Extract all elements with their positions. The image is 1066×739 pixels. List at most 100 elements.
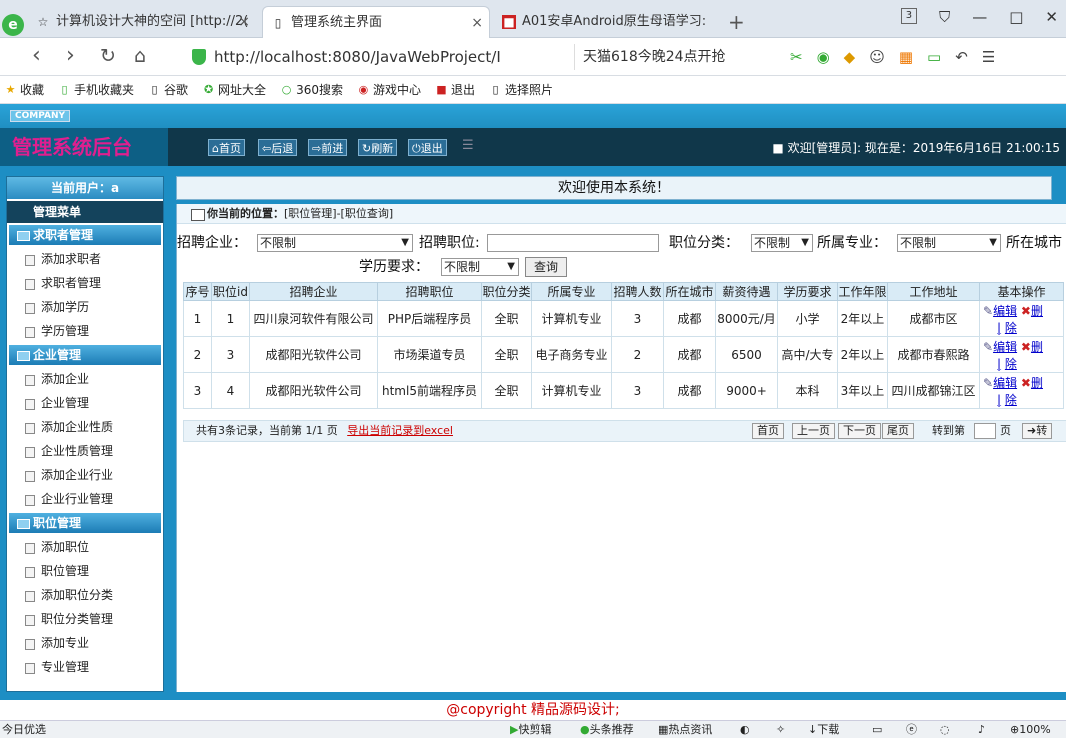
sidebar-item-add-enterprise[interactable]: 添加企业 bbox=[7, 367, 163, 391]
prev-page-button[interactable]: 上一页 bbox=[792, 423, 835, 439]
sidebar-item-category-manage[interactable]: 职位分类管理 bbox=[7, 607, 163, 631]
bookmark-mobile[interactable]: ▯ 手机收藏夹 bbox=[58, 81, 134, 98]
scissors-icon[interactable]: ✂ bbox=[790, 48, 803, 66]
toolbar-logout-button[interactable]: ⏻退出 bbox=[408, 139, 447, 156]
bookmark-exit[interactable]: ■ 退出 bbox=[435, 81, 475, 98]
search-box[interactable]: 天猫618今晚24点开抢 bbox=[574, 44, 784, 70]
screenshot-icon[interactable]: ▭ bbox=[872, 721, 882, 739]
share-icon[interactable]: ✧ bbox=[776, 721, 785, 739]
company-filter-select[interactable]: 不限制 ▼ bbox=[257, 234, 413, 252]
bookmark-360[interactable]: ○ 360搜索 bbox=[280, 81, 343, 98]
page-number-input[interactable] bbox=[974, 423, 996, 439]
position-filter-input[interactable] bbox=[487, 234, 659, 252]
browser-tab-1[interactable]: ☆ 计算机设计大神的空间 [http://2( × bbox=[28, 6, 256, 38]
ie-icon[interactable]: ⓔ bbox=[906, 721, 917, 739]
next-page-button[interactable]: 下一页 bbox=[838, 423, 881, 439]
sound-icon[interactable]: ♪ bbox=[978, 721, 985, 739]
status-video-editor[interactable]: ▶快剪辑 bbox=[510, 721, 551, 739]
sidebar-item-add-category[interactable]: 添加职位分类 bbox=[7, 583, 163, 607]
delete-link-tail[interactable]: 除 bbox=[1005, 357, 1017, 371]
coupon-icon[interactable]: ◆ bbox=[844, 48, 856, 66]
status-headlines[interactable]: ●头条推荐 bbox=[580, 721, 634, 739]
back-icon[interactable]: ‹ bbox=[32, 44, 41, 68]
sidebar-item-add-nature[interactable]: 添加企业性质 bbox=[7, 415, 163, 439]
sidebar-item-nature-manage[interactable]: 企业性质管理 bbox=[7, 439, 163, 463]
menu-icon[interactable]: ☰ bbox=[462, 138, 474, 153]
export-excel-link[interactable]: 导出当前记录到excel bbox=[347, 424, 453, 437]
first-page-button[interactable]: 首页 bbox=[752, 423, 784, 439]
close-icon[interactable]: × bbox=[471, 7, 483, 38]
bookmark-sites[interactable]: ✪ 网址大全 bbox=[202, 81, 266, 98]
maximize-icon[interactable]: □ bbox=[1009, 8, 1023, 26]
clean-icon[interactable]: ◌ bbox=[940, 721, 950, 739]
status-download[interactable]: ↓下载 bbox=[808, 721, 839, 739]
chat-icon[interactable]: ☺ bbox=[869, 48, 885, 66]
zoom-level[interactable]: ⊕100% bbox=[1010, 721, 1051, 739]
sidebar-item-industry-manage[interactable]: 企业行业管理 bbox=[7, 487, 163, 511]
breadcrumb: 你当前的位置：[职位管理]-[职位查询] bbox=[177, 204, 1066, 224]
browser-tab-2[interactable]: ▯ 管理系统主界面 × bbox=[262, 6, 490, 38]
bookmark-photos[interactable]: ▯ 选择照片 bbox=[489, 81, 553, 98]
sidebar-item-add-position[interactable]: 添加职位 bbox=[7, 535, 163, 559]
undo-icon[interactable]: ↶ bbox=[955, 48, 968, 66]
edit-link[interactable]: 编辑 bbox=[993, 304, 1017, 318]
sidebar-item-major-manage[interactable]: 专业管理 bbox=[7, 655, 163, 679]
sidebar-item-enterprise-manage[interactable]: 企业管理 bbox=[7, 391, 163, 415]
speed-icon[interactable]: ◐ bbox=[740, 721, 750, 739]
column-header: 招聘职位 bbox=[377, 282, 482, 301]
sidebar-item-add-jobseeker[interactable]: 添加求职者 bbox=[7, 247, 163, 271]
bookmark-games[interactable]: ◉ 游戏中心 bbox=[357, 81, 421, 98]
address-bar[interactable]: http://localhost:8080/JavaWebProject/I bbox=[182, 44, 562, 70]
bookmark-google[interactable]: ▯ 谷歌 bbox=[148, 81, 189, 98]
forward-icon[interactable]: › bbox=[66, 44, 75, 68]
close-window-icon[interactable]: ✕ bbox=[1045, 8, 1058, 26]
edit-link[interactable]: 编辑 bbox=[993, 376, 1017, 390]
status-hot-news[interactable]: ▦热点资讯 bbox=[658, 721, 712, 739]
status-left-text[interactable]: 今日优选 bbox=[2, 721, 46, 739]
sidebar-item-add-major[interactable]: 添加专业 bbox=[7, 631, 163, 655]
last-page-button[interactable]: 尾页 bbox=[882, 423, 914, 439]
sidebar-section-positions[interactable]: 职位管理 bbox=[9, 513, 161, 533]
education-filter-select[interactable]: 不限制 ▼ bbox=[441, 258, 519, 276]
tab-count-badge[interactable]: 3 bbox=[900, 8, 917, 24]
goto-button[interactable]: ➜转 bbox=[1022, 423, 1053, 439]
bookmark-favorites[interactable]: ★ 收藏 bbox=[4, 81, 44, 98]
sidebar-section-enterprise[interactable]: 企业管理 bbox=[9, 345, 161, 365]
sidebar-item-jobseeker-manage[interactable]: 求职者管理 bbox=[7, 271, 163, 295]
home-icon[interactable]: ⌂ bbox=[134, 44, 146, 68]
battery-icon[interactable]: ▭ bbox=[927, 48, 941, 66]
edit-link-tail[interactable]: | bbox=[997, 393, 1001, 407]
close-icon[interactable]: × bbox=[238, 6, 250, 38]
sidebar-section-jobseekers[interactable]: 求职者管理 bbox=[9, 225, 161, 245]
toolbar-forward-button[interactable]: ⇨前进 bbox=[308, 139, 348, 156]
edit-link-tail[interactable]: | bbox=[997, 321, 1001, 335]
delete-link[interactable]: 删 bbox=[1031, 376, 1043, 390]
browser-logo-icon[interactable]: e bbox=[2, 14, 24, 36]
delete-link-tail[interactable]: 除 bbox=[1005, 393, 1017, 407]
download-icon: ↓ bbox=[808, 723, 818, 736]
toolbar-back-button[interactable]: ⇦后退 bbox=[258, 139, 298, 156]
sidebar-item-education-manage[interactable]: 学历管理 bbox=[7, 319, 163, 343]
sidebar-item-position-manage[interactable]: 职位管理 bbox=[7, 559, 163, 583]
browser-tab-3[interactable]: ■ A01安卓Android原生母语学习: bbox=[494, 6, 722, 38]
toolbar-home-button[interactable]: ⌂首页 bbox=[208, 139, 245, 156]
translate-icon[interactable]: ◉ bbox=[817, 48, 830, 66]
sidebar-item-add-education[interactable]: 添加学历 bbox=[7, 295, 163, 319]
category-filter-select[interactable]: 不限制 ▼ bbox=[751, 234, 813, 252]
delete-link[interactable]: 删 bbox=[1031, 304, 1043, 318]
query-button[interactable]: 查询 bbox=[525, 257, 567, 277]
minimize-icon[interactable]: — bbox=[972, 8, 987, 26]
table-cell: html5前端程序员 bbox=[377, 372, 482, 409]
shirt-icon[interactable]: ⛉ bbox=[939, 8, 950, 26]
menu-icon[interactable]: ☰ bbox=[982, 48, 995, 66]
toolbar-refresh-button[interactable]: ↻刷新 bbox=[358, 139, 398, 156]
new-tab-button[interactable]: + bbox=[728, 10, 745, 34]
major-filter-select[interactable]: 不限制 ▼ bbox=[897, 234, 1001, 252]
apps-icon[interactable]: ▦ bbox=[899, 48, 913, 66]
delete-link-tail[interactable]: 除 bbox=[1005, 321, 1017, 335]
sidebar-item-add-industry[interactable]: 添加企业行业 bbox=[7, 463, 163, 487]
edit-link-tail[interactable]: | bbox=[997, 357, 1001, 371]
delete-link[interactable]: 删 bbox=[1031, 340, 1043, 354]
edit-link[interactable]: 编辑 bbox=[993, 340, 1017, 354]
reload-icon[interactable]: ↻ bbox=[100, 44, 116, 68]
